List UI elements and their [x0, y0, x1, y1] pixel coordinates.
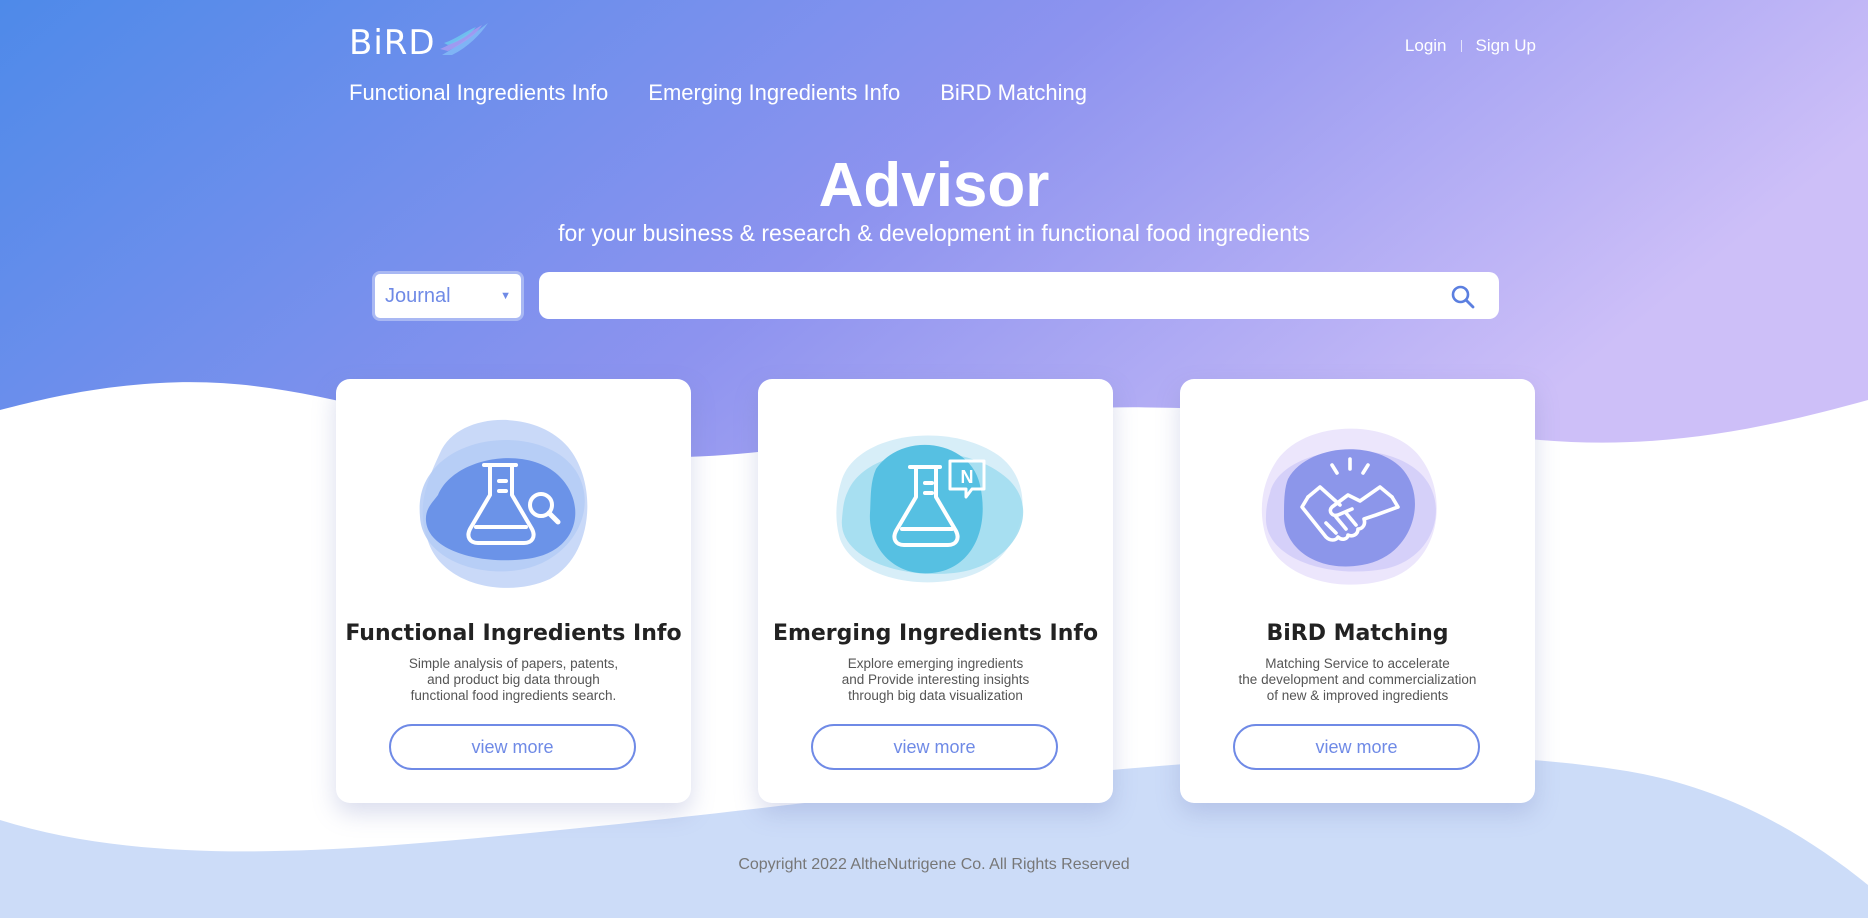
card-desc-line: of new & improved ingredients [1266, 688, 1449, 703]
card-desc-line: through big data visualization [848, 688, 1023, 703]
card-desc-line: Simple analysis of papers, patents, [408, 656, 619, 671]
view-more-button[interactable]: view more [1233, 724, 1480, 770]
card-functional-ingredients: Functional Ingredients Info Simple analy… [336, 379, 691, 803]
card-description: Matching Service to accelerate the devel… [1200, 656, 1515, 704]
card-bird-matching: BiRD Matching Matching Service to accele… [1180, 379, 1535, 803]
svg-text:N: N [961, 467, 974, 487]
page-title: Advisor [818, 151, 1050, 220]
card-desc-line: and Provide interesting insights [841, 672, 1030, 687]
card-desc-line: Explore emerging ingredients [847, 656, 1024, 671]
card-description: Simple analysis of papers, patents, and … [356, 656, 671, 704]
card-desc-line: Matching Service to accelerate [1265, 656, 1450, 671]
chevron-down-icon: ▼ [500, 290, 511, 302]
card-desc-line: the development and commercialization [1238, 672, 1477, 687]
nav-emerging-ingredients[interactable]: Emerging Ingredients Info [648, 80, 900, 106]
nav-bird-matching[interactable]: BiRD Matching [940, 80, 1087, 106]
view-more-button[interactable]: view more [389, 724, 636, 770]
auth-divider [1460, 40, 1462, 52]
nav-functional-ingredients[interactable]: Functional Ingredients Info [349, 80, 608, 106]
auth-links: Login Sign Up [1405, 36, 1536, 56]
handshake-icon [1261, 428, 1437, 585]
flask-search-icon [419, 419, 588, 588]
flask-news-icon: N [836, 435, 1024, 583]
card-desc-line: and product big data through [427, 672, 600, 687]
page-subtitle: for your business & research & developme… [558, 220, 1310, 246]
search-input[interactable] [539, 272, 1499, 319]
view-more-button[interactable]: view more [811, 724, 1058, 770]
card-emerging-ingredients: N Emerging Ingredients Info Explore emer… [758, 379, 1113, 803]
card-description: Explore emerging ingredients and Provide… [778, 656, 1093, 704]
card-title: BiRD Matching [1266, 621, 1449, 646]
card-title: Functional Ingredients Info [345, 621, 682, 646]
logo-text: BiRD [349, 23, 436, 63]
card-title: Emerging Ingredients Info [772, 621, 1099, 646]
wing-icon [439, 23, 488, 55]
category-select[interactable]: Journal ▼ [372, 271, 524, 321]
footer-copyright: Copyright 2022 AltheNutrigene Co. All Ri… [738, 856, 1130, 873]
login-link[interactable]: Login [1405, 36, 1447, 56]
signup-link[interactable]: Sign Up [1476, 36, 1536, 56]
search-icon[interactable] [1450, 284, 1476, 310]
logo[interactable]: BiRD [349, 22, 490, 64]
main-nav: Functional Ingredients Info Emerging Ing… [349, 80, 1087, 106]
category-select-value: Journal [385, 284, 451, 307]
card-desc-line: functional food ingredients search. [410, 688, 617, 703]
